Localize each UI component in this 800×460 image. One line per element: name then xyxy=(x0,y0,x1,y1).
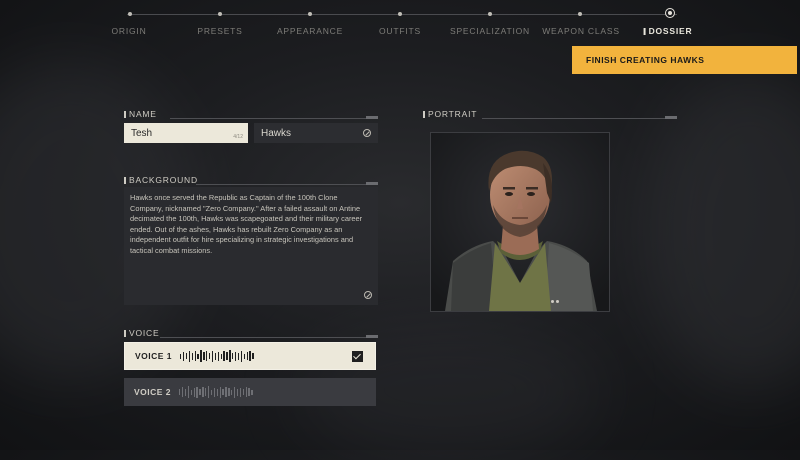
background-text: Hawks once served the Republic as Captai… xyxy=(130,193,363,255)
first-name-input[interactable]: Tesh 4/12 xyxy=(124,123,248,143)
nav-step-dot-active[interactable] xyxy=(665,8,675,18)
voice-heading-label: VOICE xyxy=(129,328,160,338)
name-heading: NAME xyxy=(124,109,157,119)
first-name-value: Tesh xyxy=(131,127,153,139)
character-portrait[interactable] xyxy=(430,132,610,312)
dot xyxy=(556,300,559,303)
section-rule xyxy=(196,182,378,185)
voice-option-label: VOICE 2 xyxy=(134,387,172,397)
tab-origin[interactable]: ORIGIN xyxy=(111,26,146,36)
waveform-icon xyxy=(180,350,254,362)
tab-dossier[interactable]: DOSSIER xyxy=(643,26,693,36)
nav-step-dot[interactable] xyxy=(218,12,222,16)
background-heading: BACKGROUND xyxy=(124,175,198,185)
voice-heading: VOICE xyxy=(124,328,159,338)
section-rule xyxy=(160,335,378,338)
tab-presets[interactable]: PRESETS xyxy=(197,26,242,36)
tab-dossier-label: DOSSIER xyxy=(648,26,693,36)
tab-weapon-class[interactable]: WEAPON CLASS xyxy=(542,26,620,36)
heading-tick xyxy=(124,330,126,338)
background-heading-label: BACKGROUND xyxy=(129,175,198,185)
nav-step-dot[interactable] xyxy=(308,12,312,16)
nav-step-dot[interactable] xyxy=(128,12,132,16)
character-portrait-image xyxy=(431,133,609,311)
last-name-input[interactable]: Hawks xyxy=(254,123,378,143)
active-tab-marker xyxy=(643,28,646,36)
section-rule xyxy=(170,116,378,119)
nav-step-dot[interactable] xyxy=(488,12,492,16)
checkbox-checked-icon[interactable] xyxy=(352,351,363,362)
last-name-value: Hawks xyxy=(261,127,292,139)
nav-progress-line xyxy=(127,14,677,15)
edit-icon[interactable] xyxy=(364,291,372,299)
section-rule xyxy=(482,116,677,119)
heading-tick xyxy=(423,111,425,119)
edit-icon[interactable] xyxy=(363,129,371,137)
nav-step-dot[interactable] xyxy=(578,12,582,16)
finish-creating-button[interactable]: FINISH CREATING HAWKS xyxy=(572,46,797,74)
voice-option-2[interactable]: VOICE 2 xyxy=(124,378,376,406)
heading-tick xyxy=(124,111,126,119)
dot xyxy=(551,300,554,303)
portrait-heading-label: PORTRAIT xyxy=(428,109,478,119)
character-count: 4/12 xyxy=(233,134,243,140)
portrait-heading: PORTRAIT xyxy=(423,109,477,119)
waveform-icon xyxy=(179,386,253,398)
nav-step-dot[interactable] xyxy=(398,12,402,16)
heading-tick xyxy=(124,177,126,185)
tab-appearance[interactable]: APPEARANCE xyxy=(277,26,343,36)
voice-option-label: VOICE 1 xyxy=(135,351,173,361)
more-options-icon[interactable] xyxy=(551,300,559,303)
tab-outfits[interactable]: OUTFITS xyxy=(379,26,421,36)
background-textarea[interactable]: Hawks once served the Republic as Captai… xyxy=(124,187,378,305)
voice-option-1[interactable]: VOICE 1 xyxy=(124,342,376,370)
creation-steps-nav: ORIGIN PRESETS APPEARANCE OUTFITS SPECIA… xyxy=(0,0,800,44)
tab-specialization[interactable]: SPECIALIZATION xyxy=(450,26,530,36)
name-heading-label: NAME xyxy=(129,109,157,119)
